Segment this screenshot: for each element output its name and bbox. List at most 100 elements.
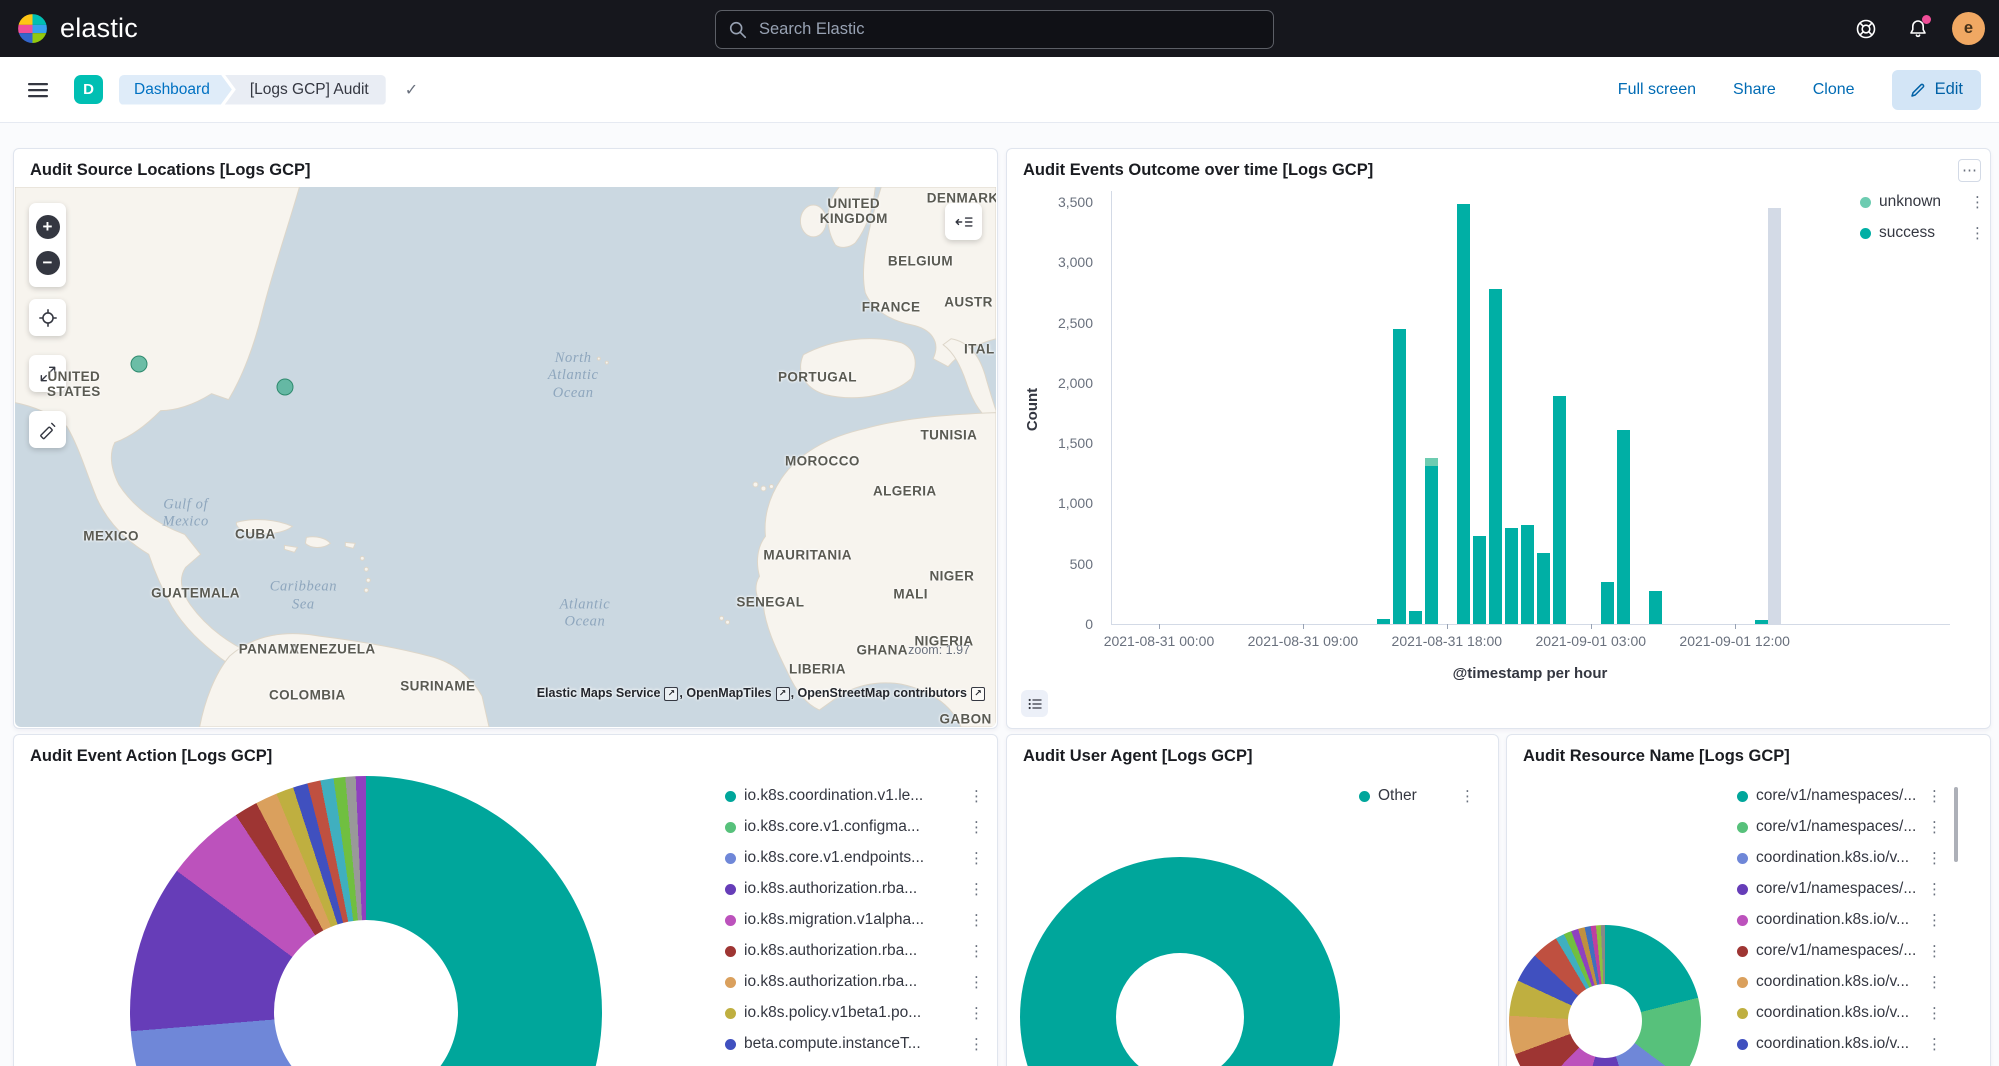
legend-item[interactable]: core/v1/namespaces/... ⋮ [1737,940,1941,962]
y-tick-label: 500 [1070,556,1093,572]
bar-success[interactable] [1473,536,1486,624]
legend-item-options-icon[interactable]: ⋮ [969,787,983,805]
legend-item-options-icon[interactable]: ⋮ [969,942,983,960]
hamburger-icon [27,79,49,101]
legend-item-options-icon[interactable]: ⋮ [1927,787,1941,805]
map-attribution-link[interactable]: Elastic Maps Service [537,686,661,700]
legend-item[interactable]: io.k8s.core.v1.configma... ⋮ [725,816,983,838]
help-button[interactable] [1848,11,1884,47]
nav-menu-button[interactable] [24,76,52,104]
bar-success[interactable] [1505,528,1518,624]
legend-item-options-icon[interactable]: ⋮ [1927,911,1941,929]
breadcrumb-dashboard[interactable]: Dashboard [119,75,232,105]
fit-to-data-button[interactable] [29,355,66,392]
legend-item[interactable]: coordination.k8s.io/v...⋮ [1737,909,1941,931]
legend-item[interactable]: core/v1/namespaces/...⋮ [1737,816,1941,838]
full-screen-button[interactable]: Full screen [1618,81,1696,99]
bar-success[interactable] [1425,466,1438,624]
legend-item-options-icon[interactable]: ⋮ [969,880,983,898]
legend-item-options-icon[interactable]: ⋮ [1927,1004,1941,1022]
global-search[interactable] [715,10,1274,49]
legend-item-label: core/v1/namespaces/... [1756,880,1916,898]
bar-success[interactable] [1521,525,1534,624]
bar-success[interactable] [1537,553,1550,624]
legend-item-options-icon[interactable]: ⋮ [969,1035,983,1053]
draw-tools-button[interactable] [29,411,66,448]
legend-collapse-button[interactable] [945,203,982,240]
legend-item[interactable]: coordination.k8s.io/v...⋮ [1737,1033,1941,1055]
legend-item[interactable]: coordination.k8s.io/v... ⋮ [1737,847,1941,869]
legend-item[interactable]: io.k8s.authorization.rba...⋮ [725,971,983,993]
legend-item-options-icon[interactable]: ⋮ [1970,193,1984,211]
set-view-button[interactable] [29,299,66,336]
legend-item-options-icon[interactable]: ⋮ [1927,973,1941,991]
event-action-donut-chart[interactable] [130,776,602,1066]
bar-success[interactable] [1393,329,1406,624]
legend-item-options-icon[interactable]: ⋮ [969,818,983,836]
zoom-out-button[interactable]: − [36,251,60,275]
legend-item-label: coordination.k8s.io/v... [1756,849,1909,867]
bar-success[interactable] [1617,430,1630,624]
bar-unknown[interactable] [1425,458,1438,466]
legend-item-options-icon[interactable]: ⋮ [969,911,983,929]
map-attribution[interactable]: Elastic Maps Service↗, OpenMapTiles↗, Op… [537,686,986,701]
legend-item-label: io.k8s.migration.v1alpha... [744,911,924,929]
legend-scrollbar[interactable] [1954,787,1958,862]
clone-button[interactable]: Clone [1813,81,1855,99]
map-data-marker[interactable] [276,378,293,395]
legend-item-options-icon[interactable]: ⋮ [969,973,983,991]
legend-color-dot [1737,791,1748,802]
bar-success[interactable] [1409,611,1422,624]
legend-item-options-icon[interactable]: ⋮ [1927,818,1941,836]
legend-color-dot [1737,1008,1748,1019]
edit-button[interactable]: Edit [1892,70,1981,110]
legend-item[interactable]: io.k8s.core.v1.endpoints...⋮ [725,847,983,869]
legend-item[interactable]: io.k8s.migration.v1alpha... ⋮ [725,909,983,931]
bar-success[interactable] [1457,204,1470,624]
bar-success[interactable] [1601,582,1614,624]
legend-item-label: io.k8s.core.v1.configma... [744,818,920,836]
bar-success[interactable] [1489,289,1502,624]
legend-item-options-icon[interactable]: ⋮ [969,1004,983,1022]
map-canvas[interactable]: + − [15,187,996,727]
legend-item-options-icon[interactable]: ⋮ [1927,1035,1941,1053]
zoom-in-button[interactable]: + [36,215,60,239]
legend-item[interactable]: io.k8s.authorization.rba...⋮ [725,878,983,900]
resource-name-donut-chart[interactable] [1509,925,1701,1066]
legend-item[interactable]: coordination.k8s.io/v...⋮ [1737,971,1941,993]
legend-item-label: core/v1/namespaces/... [1756,942,1916,960]
legend-item-options-icon[interactable]: ⋮ [1927,942,1941,960]
map-data-marker[interactable] [130,356,147,373]
legend-item[interactable]: coordination.k8s.io/v...⋮ [1737,1002,1941,1024]
legend-item[interactable]: beta.compute.instanceT...⋮ [725,1033,983,1055]
legend-item[interactable]: io.k8s.policy.v1beta1.po...⋮ [725,1002,983,1024]
outcome-plot[interactable] [1111,191,1950,625]
legend-item-options-icon[interactable]: ⋮ [1460,787,1474,805]
search-input[interactable] [757,19,1273,40]
bar-success[interactable] [1553,396,1566,624]
legend-toggle-button[interactable] [1021,690,1048,717]
legend-color-dot [725,946,736,957]
legend-item-options-icon[interactable]: ⋮ [969,849,983,867]
notifications-button[interactable] [1900,11,1936,47]
bar-success[interactable] [1649,591,1662,624]
legend-item-options-icon[interactable]: ⋮ [1927,880,1941,898]
legend-item-options-icon[interactable]: ⋮ [1970,224,1984,242]
legend-item[interactable]: core/v1/namespaces/...⋮ [1737,785,1941,807]
share-button[interactable]: Share [1733,81,1776,99]
map-attribution-link[interactable]: OpenStreetMap contributors [798,686,967,700]
legend-item[interactable]: io.k8s.authorization.rba...⋮ [725,940,983,962]
space-badge[interactable]: D [74,75,103,104]
legend-item-options-icon[interactable]: ⋮ [1927,849,1941,867]
saved-check-icon[interactable]: ✓ [399,79,424,101]
map-attribution-link[interactable]: OpenMapTiles [686,686,771,700]
user-avatar[interactable]: e [1952,12,1985,45]
legend-color-dot [725,1008,736,1019]
external-link-icon: ↗ [971,687,985,701]
elastic-brand[interactable]: elastic [16,12,138,45]
user-agent-donut-chart[interactable] [1020,857,1340,1066]
legend-item[interactable]: io.k8s.coordination.v1.le...⋮ [725,785,983,807]
legend-item[interactable]: core/v1/namespaces/... ⋮ [1737,878,1941,900]
panel-options-icon[interactable]: ⋯ [1958,159,1981,182]
legend-item[interactable]: Other⋮ [1359,785,1474,807]
